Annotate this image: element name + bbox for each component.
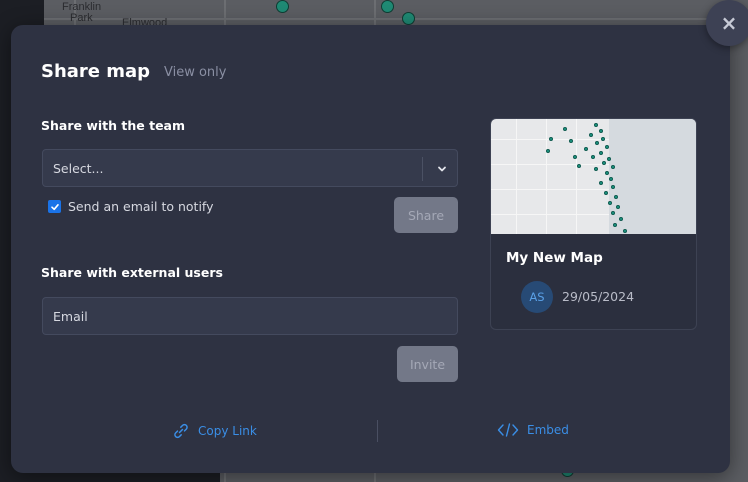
team-section-label: Share with the team bbox=[41, 118, 186, 133]
close-button[interactable]: × bbox=[706, 0, 748, 46]
notify-checkbox-row[interactable]: Send an email to notify bbox=[48, 199, 214, 214]
select-divider bbox=[422, 157, 423, 181]
map-label: Park bbox=[70, 12, 93, 24]
team-select-placeholder: Select... bbox=[53, 161, 104, 176]
map-card-date: 29/05/2024 bbox=[562, 289, 635, 304]
map-point[interactable] bbox=[381, 0, 394, 13]
share-button[interactable]: Share bbox=[394, 197, 458, 233]
copy-link-button[interactable]: Copy Link bbox=[172, 422, 257, 440]
notify-checkbox-label: Send an email to notify bbox=[68, 199, 214, 214]
map-point[interactable] bbox=[276, 0, 289, 13]
share-map-modal: Share map View only Share with the team … bbox=[11, 25, 730, 473]
embed-label: Embed bbox=[527, 423, 569, 437]
map-card-title: My New Map bbox=[506, 250, 603, 266]
notify-checkbox[interactable] bbox=[48, 200, 61, 213]
invite-button[interactable]: Invite bbox=[397, 346, 458, 382]
chevron-down-icon[interactable] bbox=[427, 158, 457, 180]
team-select[interactable]: Select... bbox=[42, 149, 458, 187]
map-thumbnail bbox=[491, 119, 696, 234]
email-input[interactable] bbox=[42, 297, 458, 335]
check-icon bbox=[50, 203, 59, 210]
embed-button[interactable]: Embed bbox=[497, 422, 569, 438]
copy-link-label: Copy Link bbox=[198, 424, 257, 438]
close-icon: × bbox=[720, 11, 738, 35]
modal-subtitle: View only bbox=[164, 65, 227, 80]
avatar: AS bbox=[521, 281, 553, 313]
modal-title: Share map bbox=[41, 61, 151, 82]
external-section-label: Share with external users bbox=[41, 265, 223, 280]
map-point[interactable] bbox=[402, 12, 415, 25]
code-icon bbox=[497, 423, 519, 437]
footer-divider bbox=[377, 420, 378, 442]
map-card[interactable]: My New Map AS 29/05/2024 bbox=[490, 118, 697, 330]
link-icon bbox=[174, 423, 188, 439]
